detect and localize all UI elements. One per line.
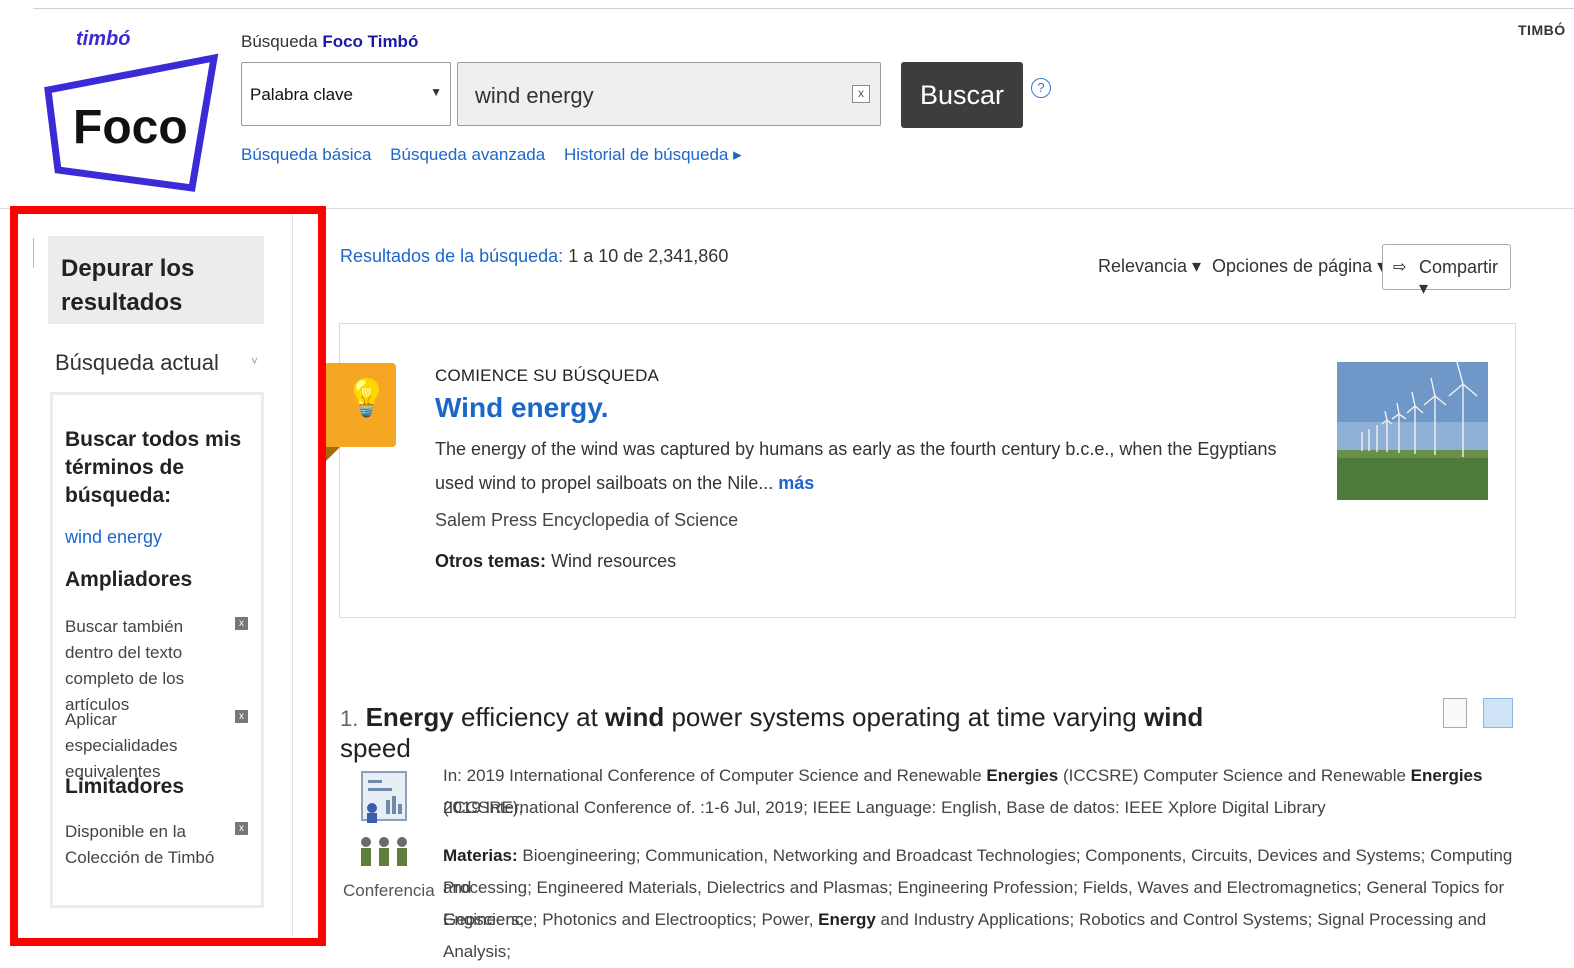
search-label: Búsqueda Foco Timbó (241, 32, 418, 52)
result-title-part: power systems operating at time varying (664, 702, 1144, 732)
source-highlight: Energies (986, 766, 1059, 785)
subjects-highlight: Energy (818, 910, 876, 929)
result-type-label: Conferencia (343, 881, 435, 900)
search-label-brand: Foco Timbó (322, 32, 419, 51)
research-starter-description: The energy of the wind was captured by h… (435, 432, 1305, 500)
clear-icon[interactable]: x (852, 85, 870, 103)
logo-text: Foco (73, 101, 188, 154)
advanced-search-link[interactable]: Búsqueda avanzada (390, 145, 545, 164)
lightbulb-icon: 💡 (344, 377, 389, 418)
search-input-value: wind energy (475, 83, 594, 108)
conference-icon (361, 771, 407, 866)
search-label-prefix: Búsqueda (241, 32, 318, 51)
result-number: 1. (340, 706, 359, 731)
result-title[interactable]: 1. Energy efficiency at wind power syste… (340, 702, 1240, 764)
research-starter-kicker: COMIENCE SU BÚSQUEDA (435, 366, 660, 385)
more-link[interactable]: más (778, 473, 814, 493)
source-text: In: 2019 International Conference of Com… (443, 766, 987, 785)
result-title-part: wind (1144, 702, 1204, 732)
search-sublinks: Búsqueda básica Búsqueda avanzada Histor… (241, 145, 756, 165)
result-title-part: speed (340, 733, 411, 763)
basic-search-link[interactable]: Búsqueda básica (241, 145, 371, 164)
add-to-folder-icon[interactable] (1483, 698, 1513, 728)
search-button[interactable]: Buscar (901, 62, 1023, 128)
research-starter-tag: 💡 (326, 363, 396, 461)
research-starter-source: Salem Press Encyclopedia of Science (435, 510, 739, 530)
research-starter-other-topics: Otros temas: Wind resources (435, 551, 676, 572)
help-icon[interactable]: ? (1031, 78, 1051, 98)
research-starter-title[interactable]: Wind energy. (435, 392, 608, 424)
brand-corner-label[interactable]: TIMBÓ (1518, 22, 1566, 38)
preview-icon[interactable] (1443, 698, 1467, 728)
result-source-line-2: 2019 International Conference of. :1-6 J… (443, 798, 1326, 817)
other-topics-value[interactable]: Wind resources (551, 551, 676, 571)
result-subjects-line-3: Geoscience; Photonics and Electrooptics;… (443, 904, 1523, 968)
search-input[interactable]: wind energy x (457, 62, 881, 126)
result-title-part: efficiency at (453, 702, 606, 732)
sidebar-highlight-frame (10, 206, 326, 946)
result-title-part: wind (605, 702, 665, 732)
source-text: (ICCSRE) Computer Science and Renewable (1058, 766, 1411, 785)
source-highlight: Energies (1410, 766, 1483, 785)
research-starter-description-text: The energy of the wind was captured by h… (435, 439, 1277, 493)
results-count-link[interactable]: Resultados de la búsqueda: (340, 246, 563, 266)
subjects-label: Materias: (443, 846, 518, 865)
page-options-dropdown[interactable]: Opciones de página ▾ (1212, 256, 1386, 277)
share-label: Compartir ▾ (1419, 257, 1499, 298)
tag-fold (326, 447, 340, 461)
share-icon: ⇨ (1393, 259, 1407, 276)
search-field-select[interactable]: Palabra clave ▼ (241, 62, 451, 126)
results-count-text: 1 a 10 de 2,341,860 (568, 246, 729, 266)
result-title-part: Energy (365, 702, 454, 732)
search-history-link[interactable]: Historial de búsqueda ▸ (564, 145, 742, 164)
other-topics-label: Otros temas: (435, 551, 547, 571)
results-count: Resultados de la búsqueda: 1 a 10 de 2,3… (340, 246, 728, 267)
logo-small-text: timbó (76, 28, 131, 50)
search-field-select-value: Palabra clave (250, 85, 354, 104)
chevron-down-icon: ▼ (430, 85, 442, 99)
top-divider (33, 8, 1574, 9)
subjects-text: Geoscience; Photonics and Electrooptics;… (443, 910, 819, 929)
wind-turbines-thumbnail[interactable] (1337, 362, 1488, 500)
share-button[interactable]: ⇨ Compartir ▾ (1382, 244, 1511, 298)
sort-relevance-dropdown[interactable]: Relevancia ▾ (1098, 256, 1201, 277)
